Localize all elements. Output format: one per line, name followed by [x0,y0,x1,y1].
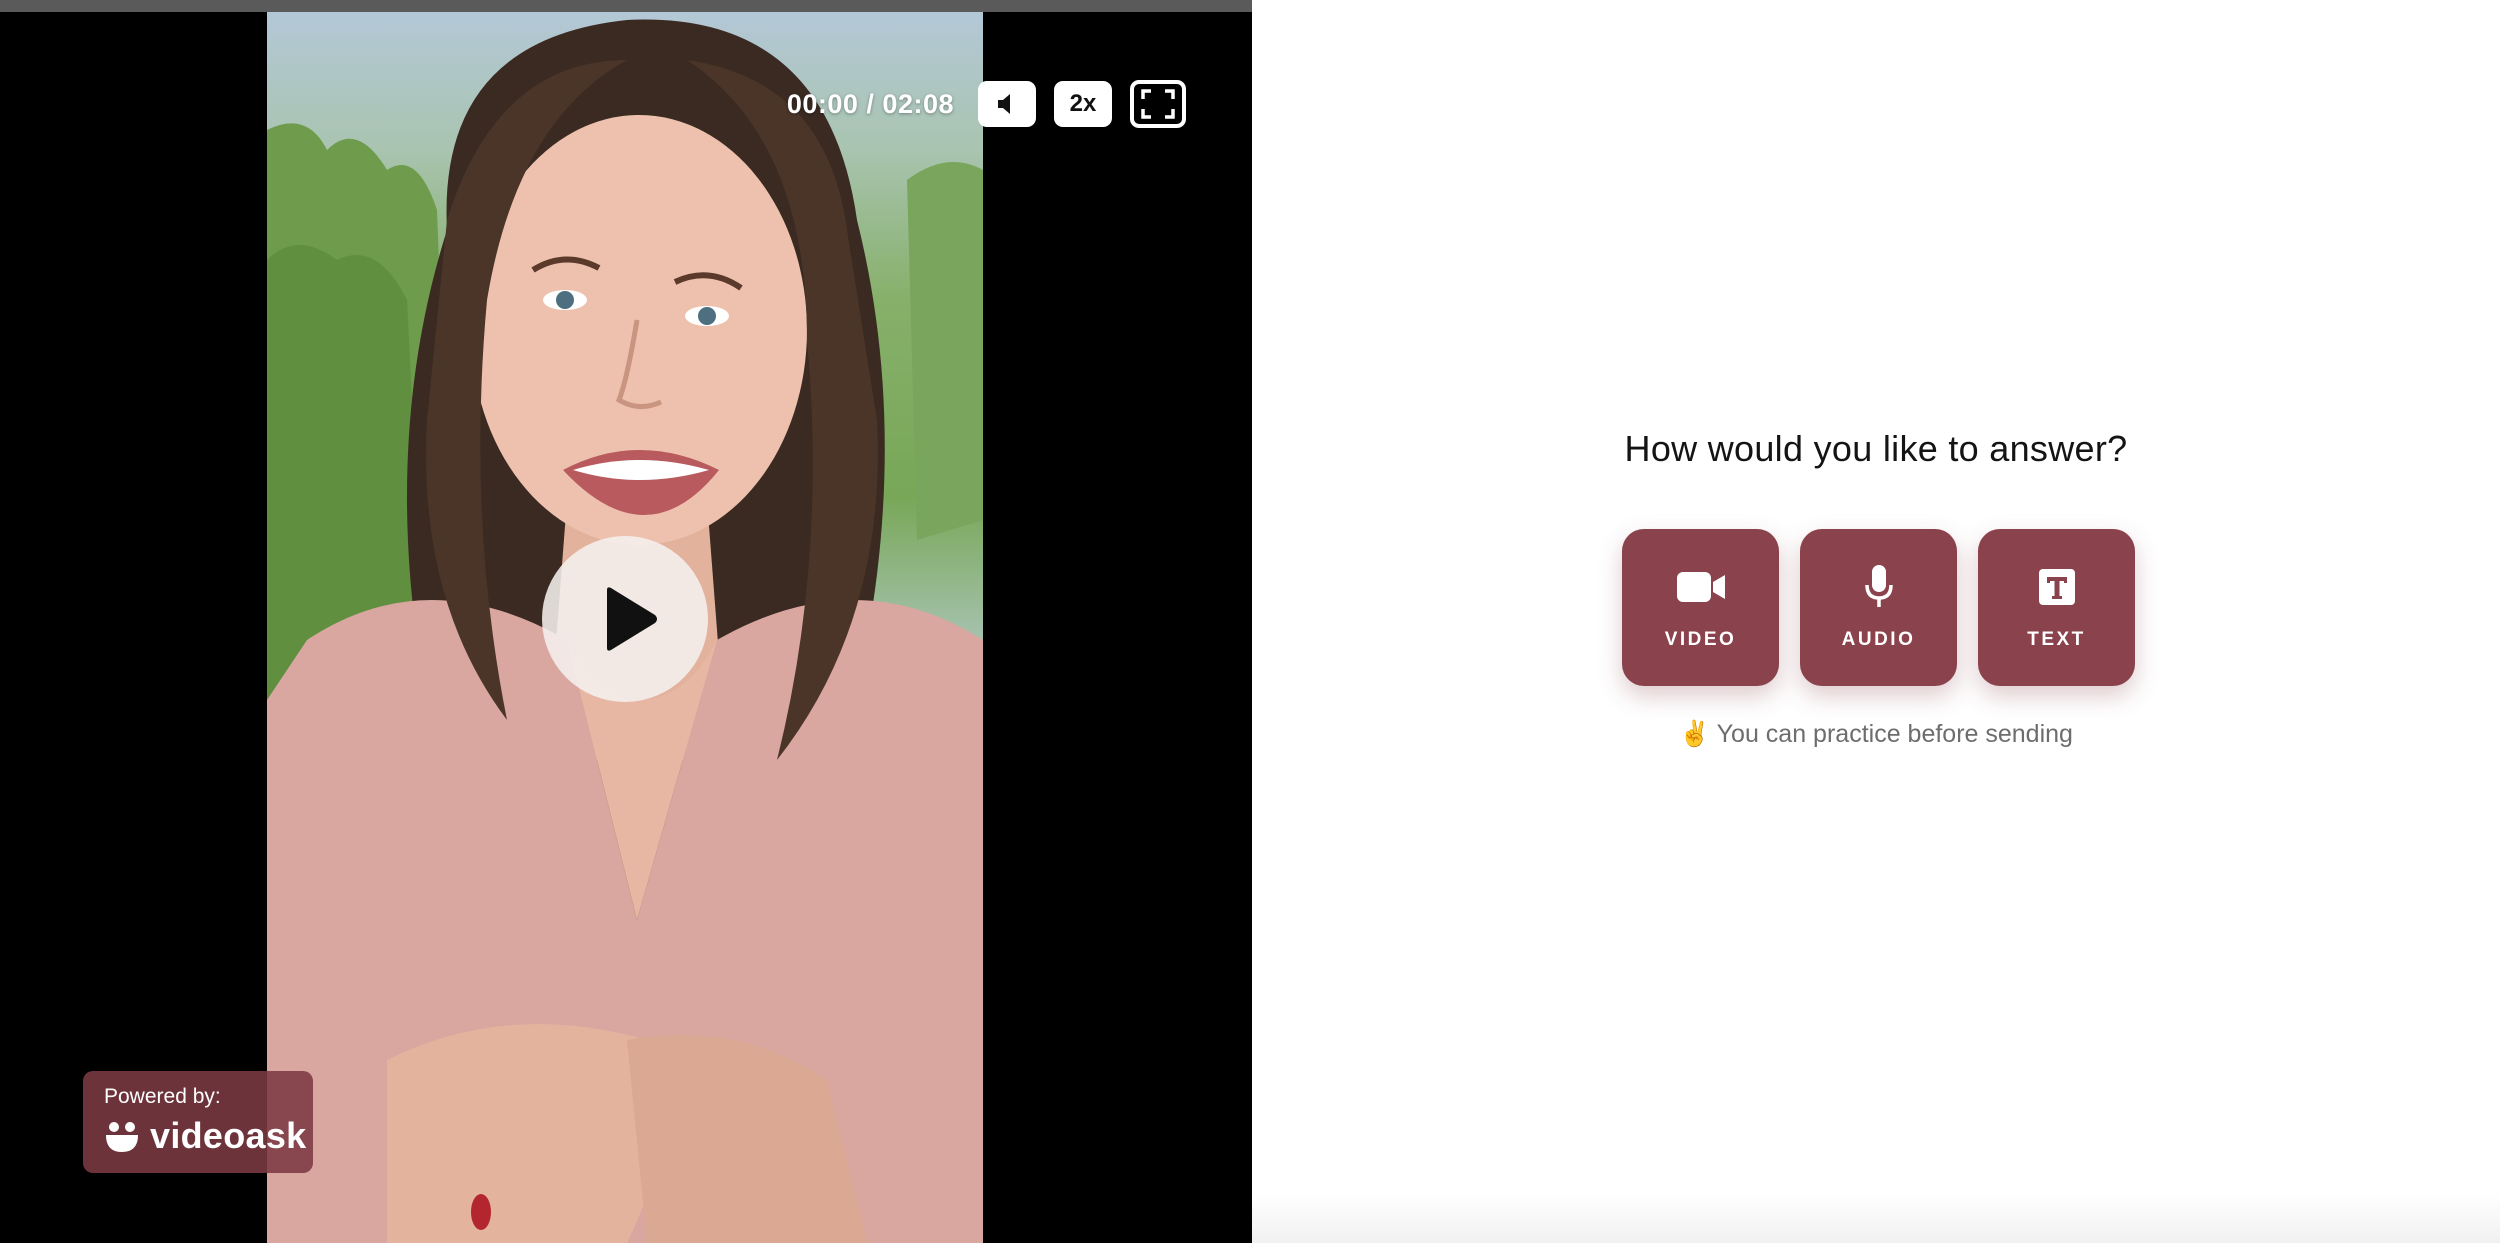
fullscreen-button[interactable] [1130,80,1186,128]
practice-hint: ✌️ You can practice before sending [1252,720,2500,749]
progress-bar[interactable] [0,0,1252,12]
videoask-smile-icon [106,1122,138,1152]
videoask-logo: videoask [104,1115,313,1157]
answer-video-label: VIDEO [1664,628,1737,650]
fullscreen-icon [1141,89,1175,119]
answer-text-label: TEXT [2027,628,2086,650]
video-camera-icon [1676,571,1725,602]
speaker-icon [998,94,1010,114]
victory-hand-icon: ✌️ [1679,720,1711,748]
play-icon [607,587,657,651]
time-display: 00:00 / 02:08 [786,88,954,119]
answer-options: VIDEO AUDIO TEXT [1622,529,2135,686]
mute-button[interactable] [978,81,1036,127]
play-button[interactable] [542,536,708,702]
playback-speed-button[interactable]: 2x [1054,81,1112,127]
bottom-shade [1252,1193,2500,1243]
playback-speed-label: 2x [1069,90,1097,117]
answer-video-button[interactable]: VIDEO [1622,529,1779,686]
question-heading: How would you like to answer? [1624,428,2128,469]
player-controls: 00:00 / 02:08 2x [787,80,1186,128]
practice-hint-text: You can practice before sending [1716,720,2073,748]
powered-by-badge[interactable]: Powered by: videoask [83,1071,313,1173]
brand-name: videoask [150,1115,307,1156]
video-player[interactable]: 00:00 / 02:08 2x Powered by: videoask [0,0,1252,1243]
answer-text-button[interactable]: TEXT [1978,529,2135,686]
answer-panel: How would you like to answer? VIDEO AUDI… [1252,0,2500,1243]
powered-by-label: Powered by: [104,1085,221,1108]
microphone-icon [1864,564,1893,607]
answer-audio-button[interactable]: AUDIO [1800,529,1957,686]
text-icon [2038,568,2075,605]
answer-audio-label: AUDIO [1841,628,1916,650]
